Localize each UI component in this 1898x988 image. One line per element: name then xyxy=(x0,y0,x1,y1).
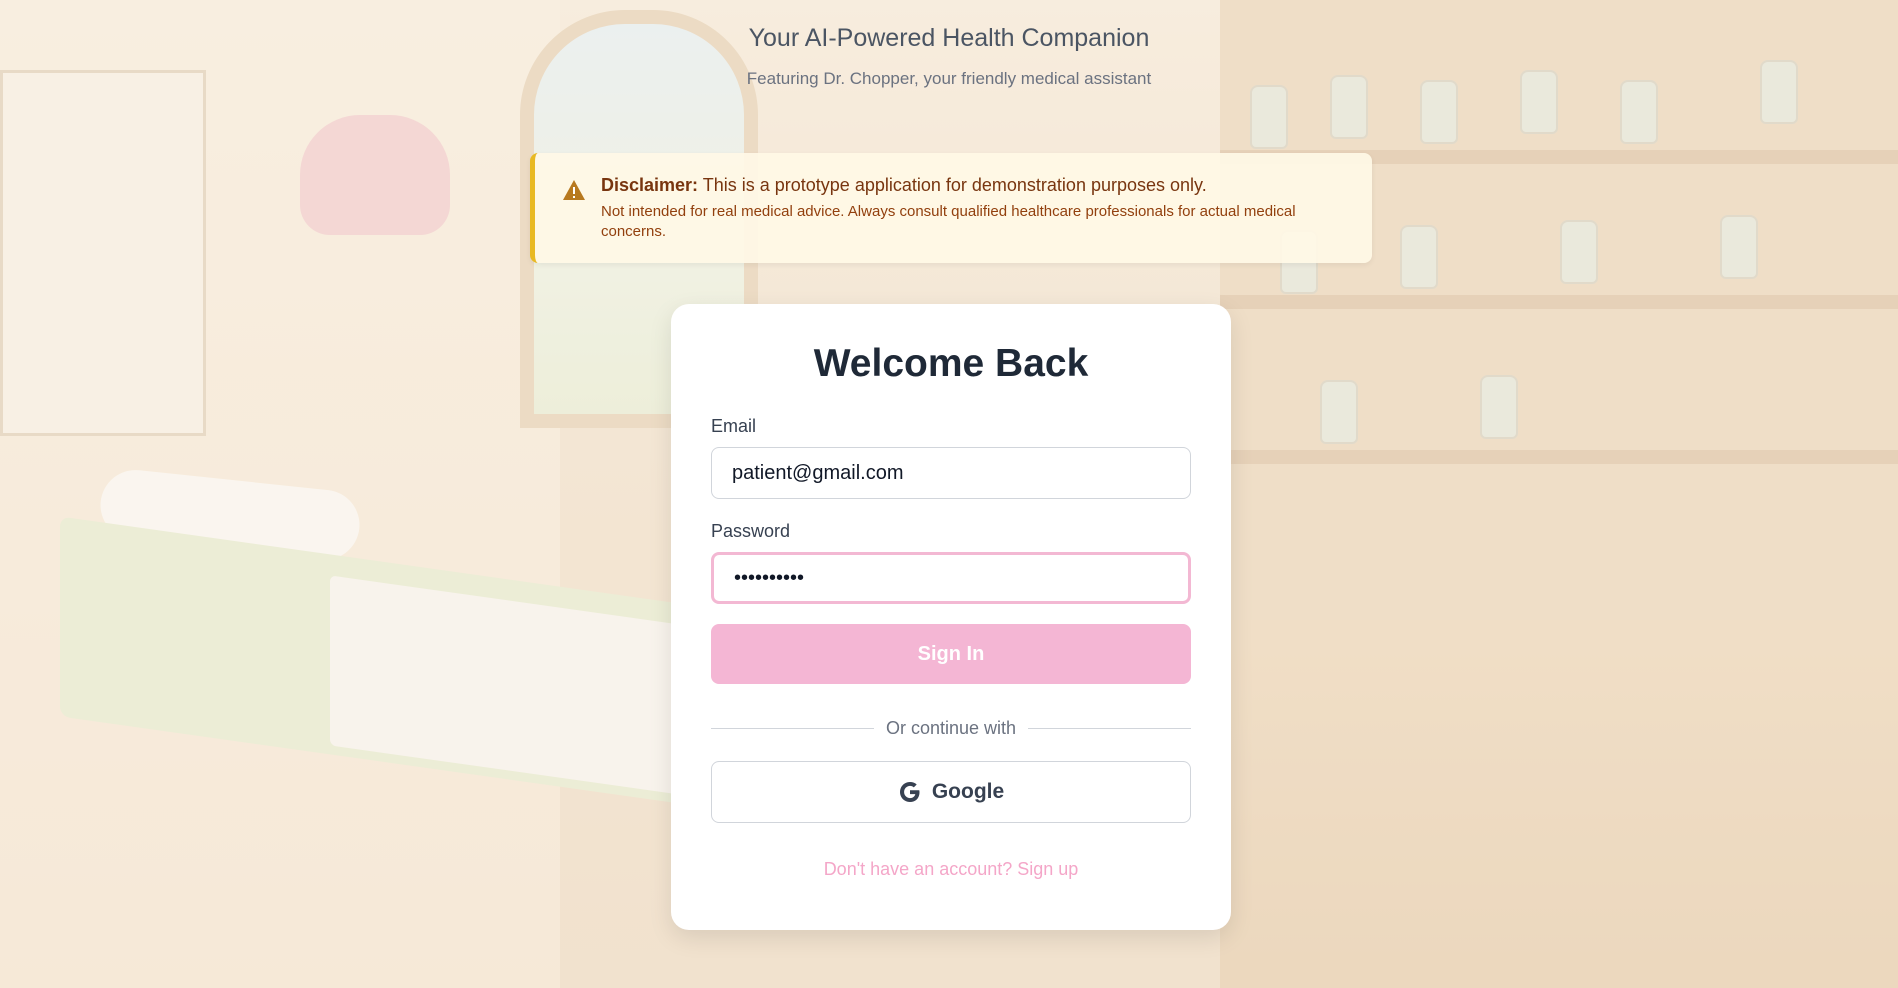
disclaimer-heading: Disclaimer: xyxy=(601,175,699,195)
password-label: Password xyxy=(711,521,791,541)
google-signin-button[interactable]: Google xyxy=(711,761,1191,823)
warning-icon xyxy=(563,180,585,200)
login-card: Welcome Back Email Password Sign In Or c… xyxy=(671,304,1231,930)
divider: Or continue with xyxy=(711,718,1191,739)
sign-up-link[interactable]: Don't have an account? Sign up xyxy=(711,859,1191,880)
disclaimer-text: Disclaimer: This is a prototype applicat… xyxy=(601,175,1348,196)
disclaimer-banner: Disclaimer: This is a prototype applicat… xyxy=(530,153,1372,263)
email-input[interactable] xyxy=(711,447,1191,499)
login-title: Welcome Back xyxy=(813,342,1089,385)
divider-line xyxy=(1028,728,1191,729)
password-input[interactable] xyxy=(711,552,1191,604)
disclaimer-detail: Not intended for real medical advice. Al… xyxy=(601,203,1296,240)
disclaimer-message: This is a prototype application for demo… xyxy=(702,175,1207,195)
google-button-label: Google xyxy=(931,780,1005,803)
page-title: Your AI-Powered Health Companion xyxy=(748,24,1150,52)
divider-line xyxy=(711,728,874,729)
divider-text: Or continue with xyxy=(885,718,1017,738)
page-subtitle: Featuring Dr. Chopper, your friendly med… xyxy=(746,69,1152,88)
sign-in-button[interactable]: Sign In xyxy=(711,624,1191,684)
google-icon xyxy=(899,782,920,802)
email-label: Email xyxy=(711,416,757,436)
page-header: Your AI-Powered Health Companion Featuri… xyxy=(0,24,1898,89)
